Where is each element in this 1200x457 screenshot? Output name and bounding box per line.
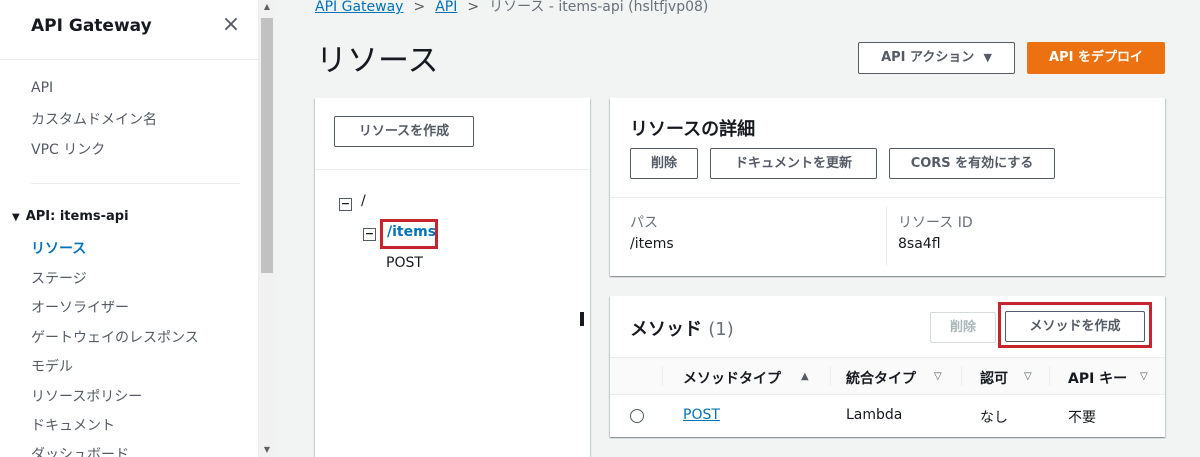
resource-details-title: リソースの詳細	[630, 119, 756, 140]
sidebar-item-authorizers[interactable]: オーソライザー	[31, 297, 129, 317]
collapse-icon[interactable]: −	[363, 228, 376, 241]
sidebar-item-vpc-links[interactable]: VPC リンク	[31, 139, 105, 159]
column-divider	[662, 366, 663, 386]
resource-id-value: 8sa4fl	[898, 236, 941, 252]
tree-node-root[interactable]: /	[361, 193, 366, 209]
column-header-api-key[interactable]: API キー	[1068, 368, 1127, 388]
column-divider	[961, 366, 962, 386]
deploy-api-button[interactable]: API をデプロイ	[1027, 42, 1165, 74]
method-type-link[interactable]: POST	[683, 407, 720, 423]
api-actions-label: API アクション	[881, 50, 975, 65]
column-header-authorization[interactable]: 認可	[980, 368, 1008, 388]
sidebar-item-documentation[interactable]: ドキュメント	[31, 415, 115, 435]
collapse-icon[interactable]: −	[339, 198, 352, 211]
breadcrumb-link-api[interactable]: API	[435, 0, 457, 15]
sidebar-item-gateway-responses[interactable]: ゲートウェイのレスポンス	[31, 327, 199, 347]
row-select-radio[interactable]	[630, 409, 644, 423]
sidebar-item-resource-policy[interactable]: リソースポリシー	[31, 386, 142, 406]
breadcrumb: API Gateway > API > リソース - items-api (hsltfj…	[315, 0, 708, 16]
sidebar-divider	[31, 183, 240, 184]
tree-node-post-method[interactable]: POST	[386, 255, 423, 271]
close-icon[interactable]: ×	[220, 14, 242, 36]
sidebar-item-custom-domains[interactable]: カスタムドメイン名	[31, 109, 157, 129]
authorization-cell: なし	[980, 410, 1008, 426]
page-title: リソース	[316, 43, 439, 79]
sort-ascending-icon[interactable]: ▲	[801, 371, 809, 382]
create-resource-button[interactable]: リソースを作成	[334, 116, 474, 147]
sort-icon[interactable]: ▽	[934, 371, 942, 382]
divider	[886, 206, 887, 266]
sidebar-item-models[interactable]: モデル	[31, 356, 73, 376]
column-header-integration-type[interactable]: 統合タイプ	[846, 368, 916, 388]
resource-id-label: リソース ID	[898, 215, 973, 231]
methods-count: (1)	[708, 319, 734, 340]
methods-title: メソッド (1)	[630, 315, 734, 341]
chevron-right-icon: >	[413, 0, 426, 15]
divider	[610, 197, 1165, 198]
chevron-right-icon: >	[467, 0, 480, 15]
caret-down-icon: ▼	[983, 51, 992, 64]
api-key-cell: 不要	[1068, 410, 1096, 426]
sidebar-item-stages[interactable]: ステージ	[31, 268, 87, 288]
sort-icon[interactable]: ▽	[1140, 371, 1148, 382]
breadcrumb-current: リソース - items-api (hsltfjvp08)	[489, 0, 709, 15]
highlight-box	[998, 302, 1152, 348]
caret-down-icon: ▼	[12, 212, 20, 223]
api-actions-button[interactable]: API アクション ▼	[858, 42, 1015, 74]
enable-cors-button[interactable]: CORS を有効にする	[889, 148, 1055, 179]
methods-title-label: メソッド	[630, 319, 702, 340]
column-header-method-type[interactable]: メソッドタイプ	[683, 368, 781, 388]
delete-resource-button[interactable]: 削除	[630, 148, 698, 179]
delete-method-button[interactable]: 削除	[930, 312, 996, 343]
scrollbar-thumb[interactable]	[261, 18, 273, 273]
column-divider	[1049, 366, 1050, 386]
path-value: /items	[630, 236, 674, 252]
column-divider	[830, 366, 831, 386]
integration-type-cell: Lambda	[846, 407, 903, 423]
sidebar-group-label: API: items-api	[25, 209, 129, 224]
sort-icon[interactable]: ▽	[1024, 371, 1032, 382]
sidebar-title: API Gateway	[31, 16, 152, 36]
path-label: パス	[630, 215, 658, 231]
panel-resize-handle[interactable]	[580, 312, 584, 326]
sidebar-divider	[0, 59, 259, 60]
highlight-box	[380, 219, 438, 249]
sidebar-item-api[interactable]: API	[31, 80, 53, 96]
update-documentation-button[interactable]: ドキュメントを更新	[710, 148, 877, 179]
scroll-up-icon[interactable]: ▲	[261, 2, 273, 12]
sidebar-item-resources[interactable]: リソース	[31, 238, 86, 258]
breadcrumb-link-api-gateway[interactable]: API Gateway	[315, 0, 403, 15]
sidebar-item-dashboard[interactable]: ダッシュボード	[31, 444, 129, 457]
scroll-down-icon[interactable]: ▼	[261, 445, 273, 455]
sidebar-group-header[interactable]: ▼ API: items-api	[12, 209, 129, 224]
